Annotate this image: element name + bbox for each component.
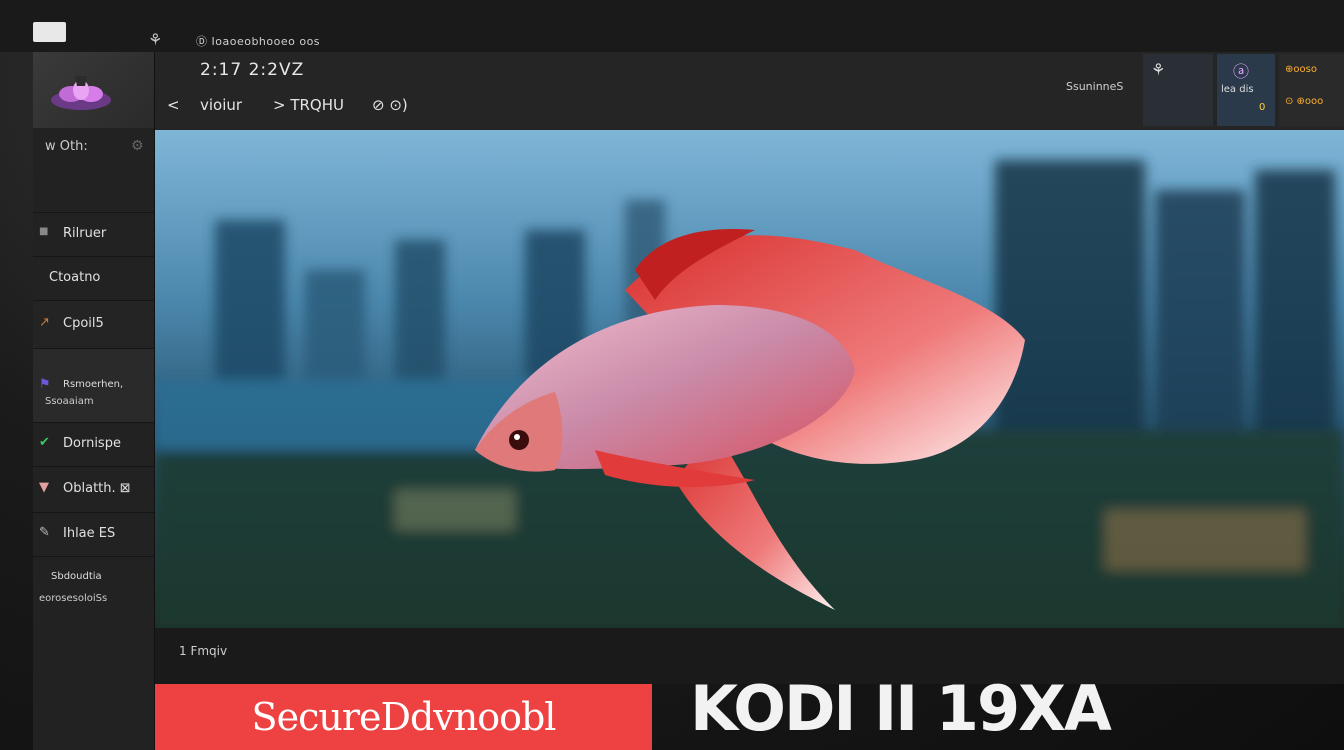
orchid-icon [51,76,111,110]
sidebar-item-sbdoudtia[interactable]: Sbdoudtia eorosesoloiSs [33,556,154,629]
sidebar-item-line2: eorosesoloiSs [39,593,108,604]
sidebar-item-dornispe[interactable]: ✔ Dornispe [33,422,154,467]
card-footer: ⊙ ⊕ooo [1285,96,1324,107]
sidebar-item-cpoil[interactable]: ↗ Cpoil5 [33,300,154,349]
bottom-label: 1 Fmqiv [179,644,228,658]
card-title: ⊕ooso [1285,64,1317,75]
clock-readout: 2:17 2:2VZ [200,60,305,80]
header-bar: 2:17 2:2VZ < vioiur > TRQHU ⊘ ⊙) Ssuninn… [155,52,1344,130]
sidebar-item-line1: Sbdoudtia [51,571,102,582]
sidebar-item-label: Oblatth. ⊠ [63,481,131,496]
sidebar-header-label: w Oth: [45,139,88,154]
sidebar-item-label: Ctoatno [49,270,101,285]
big-title-text: KODI II 19XA [690,672,1112,745]
flag-icon: ⚑ [39,377,51,392]
header-card-2[interactable]: ⓐ lea dis 0 [1217,54,1275,126]
city-fish-illustration [155,160,1344,628]
nav-item-vioiur[interactable]: vioiur [200,96,242,114]
sidebar-header: w Oth: ⚙ [33,130,154,166]
card-badge: 0 [1259,102,1266,113]
hero-image [155,130,1344,628]
pen-icon: ✎ [39,525,50,540]
bug-icon: ⓐ [1233,62,1250,81]
sidebar-item-oblatth[interactable]: ▼ Oblatth. ⊠ [33,466,154,513]
sidebar-item-line1: Rsmoerhen, [63,379,124,390]
header-status-label: SsuninneS [1066,80,1124,93]
header-card-1[interactable]: ⚘ [1143,54,1213,126]
sidebar-item-ihlae[interactable]: ✎ Ihlae ES [33,512,154,557]
sidebar-item-ctoatno[interactable]: Ctoatno [33,256,154,301]
square-icon: ■ [39,226,49,237]
leaf-icon: ↗ [39,315,50,330]
cup-icon: ▼ [39,480,49,495]
sidebar-item-label: Dornispe [63,436,121,451]
nav-item-toggle[interactable]: ⊘ ⊙) [372,96,408,114]
bird-icon: ⚘ [1151,60,1166,79]
sidebar-item-rsmoerhen[interactable]: ⚑ Rsmoerhen, Ssoaaiam [33,348,154,423]
header-card-3[interactable]: ⊕ooso ⊙ ⊕ooo [1279,54,1344,126]
card-subtitle: lea dis [1221,84,1254,95]
sidebar-item-label: Rilruer [63,226,107,241]
window-button[interactable] [33,22,66,42]
back-button[interactable]: < [167,96,180,114]
nav-item-trqhu[interactable]: > TRQHU [273,96,344,114]
sidebar-item-line2: Ssoaaiam [45,396,94,407]
gear-icon[interactable]: ⚙ [131,138,144,154]
sidebar-item-label: Cpoil5 [63,316,104,331]
sidebar-item-label: Ihlae ES [63,526,116,541]
title-line: Ⓓ Ioaoeobhooeo oos [196,35,321,48]
check-icon: ✔ [39,435,50,450]
sidebar-item-rilruer[interactable]: ■ Rilruer [33,212,154,257]
secure-download-button[interactable]: SecureDdvnoobl [155,684,652,750]
profile-thumbnail[interactable] [33,52,154,128]
